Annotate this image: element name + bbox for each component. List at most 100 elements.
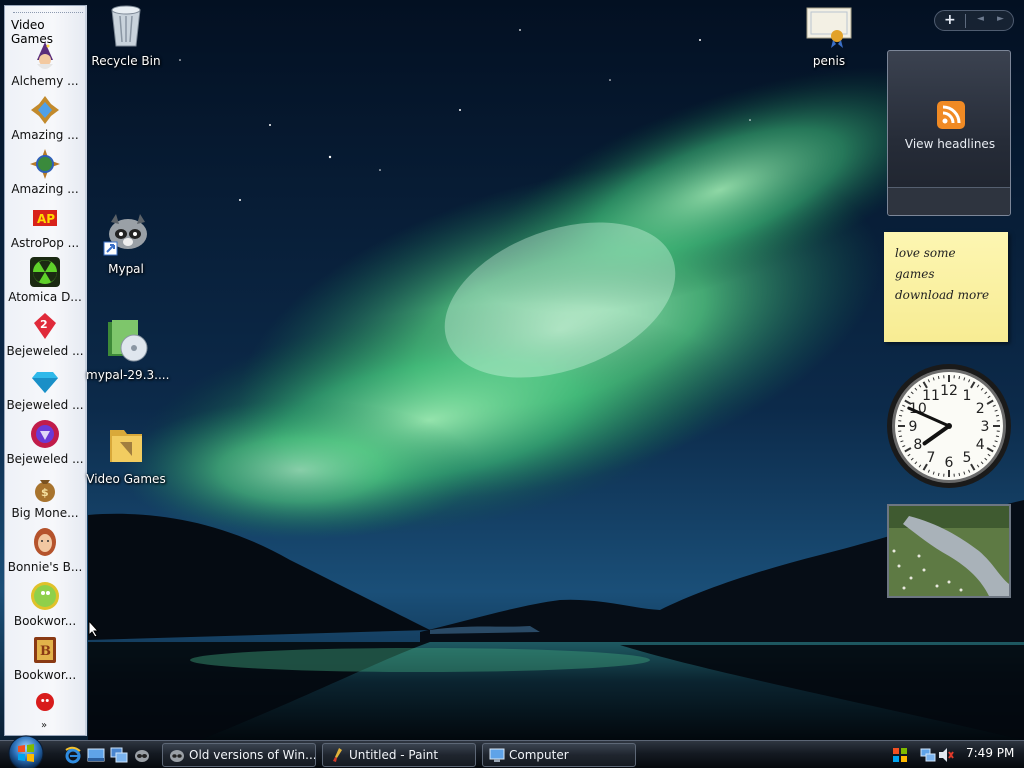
toolbar-item-amazing-2[interactable]: Amazing ... — [5, 148, 85, 196]
feed-gadget-footer — [888, 187, 1010, 215]
clock-tick — [995, 435, 999, 438]
toolbar-item-amazing-1[interactable]: Amazing ... — [5, 94, 85, 142]
windows-update-icon[interactable] — [892, 747, 908, 763]
bonnie-face-icon — [34, 528, 56, 556]
clock-gadget[interactable]: 12 1234567891011 — [885, 362, 1013, 490]
toolbar-item-bonnies[interactable]: Bonnie's B... — [5, 526, 85, 574]
computer-icon — [489, 748, 505, 762]
desktop-icon-label: mypal-29.3.... — [86, 368, 170, 382]
show-desktop-icon[interactable] — [87, 746, 105, 764]
desktop-icon-mypal-installer[interactable]: mypal-29.3.... — [86, 316, 170, 382]
sidebar-controls: + ◄ ► — [934, 10, 1014, 31]
feed-headlines-gadget[interactable]: View headlines — [887, 50, 1011, 216]
toolbar-item-bookworm-2[interactable]: B Bookwor... — [5, 634, 85, 682]
clock-tick — [995, 414, 999, 417]
switch-windows-icon[interactable] — [110, 746, 128, 764]
note-line: love some — [895, 246, 956, 260]
toolbar-item-alchemy[interactable]: Alchemy ... — [5, 40, 85, 88]
desktop-icon-recycle-bin[interactable]: Recycle Bin — [86, 2, 166, 68]
previous-page-button[interactable]: ◄ — [977, 14, 984, 24]
folder-icon — [110, 430, 142, 462]
mypal-quicklaunch-icon[interactable] — [133, 746, 151, 764]
taskbar-button-computer[interactable]: Computer — [482, 743, 636, 767]
toolbar-item-label: Bejeweled ... — [6, 398, 84, 412]
taskbar-button-label: Untitled - Paint — [349, 748, 439, 762]
gem-compass-icon — [31, 96, 59, 124]
toolbar-item-partial[interactable] — [5, 690, 85, 714]
taskbar-button-paint[interactable]: Untitled - Paint — [322, 743, 476, 767]
system-tray: 7:49 PM — [886, 743, 1024, 767]
network-icon[interactable] — [920, 747, 936, 763]
clock-numeral: 11 — [922, 388, 940, 404]
notes-gadget[interactable]: love some games download more — [884, 232, 1008, 342]
clock-tick — [899, 414, 903, 417]
taskbar-clock[interactable]: 7:49 PM — [966, 746, 1014, 760]
gem-icon: 2 — [34, 313, 56, 339]
twist-gem-icon — [31, 420, 59, 448]
desktop-icon-video-games[interactable]: Video Games — [86, 420, 166, 486]
toolbar-item-label: Bejeweled ... — [6, 344, 84, 358]
internet-explorer-icon[interactable] — [64, 746, 82, 764]
toolbar-item-label: AstroPop ... — [10, 236, 80, 250]
clock-numeral: 9 — [909, 419, 918, 435]
clock-numeral: 12 — [940, 383, 958, 399]
clock-tick — [899, 435, 903, 438]
toolbar-item-label: Amazing ... — [11, 128, 79, 142]
toolbar-item-astropop[interactable]: AP AstroPop ... — [5, 202, 85, 250]
toolbar-item-big-money[interactable]: $ Big Mone... — [5, 472, 85, 520]
money-bag-icon: $ — [35, 480, 55, 502]
radiation-icon — [30, 257, 60, 287]
note-line: games — [895, 267, 935, 281]
toolbar-item-bejeweled-3[interactable]: Bejeweled ... — [5, 418, 85, 466]
globe-compass-icon — [30, 149, 60, 179]
toolbar-more-chevron[interactable]: » — [41, 720, 47, 731]
toolbar-item-label: Alchemy ... — [11, 74, 79, 88]
clock-numeral: 2 — [976, 401, 985, 417]
desktop-icon-label: penis — [812, 54, 846, 68]
taskbar-button-label: Old versions of Win... — [189, 748, 316, 762]
desktop-icon-mypal[interactable]: Mypal — [86, 210, 166, 276]
toolbar-grip[interactable] — [13, 12, 83, 14]
installer-icon — [108, 320, 148, 362]
toolbar-item-label: Amazing ... — [11, 182, 79, 196]
toolbar-item-label: Bejeweled ... — [6, 452, 84, 466]
desktop-icon-label: Video Games — [86, 472, 166, 486]
clock-numeral: 3 — [981, 419, 990, 435]
add-gadget-button[interactable]: + — [944, 12, 956, 28]
desktop-icon-penis[interactable]: penis — [789, 2, 869, 68]
slideshow-gadget[interactable] — [887, 504, 1011, 598]
view-headlines-link[interactable]: View headlines — [888, 137, 1012, 151]
svg-text:2: 2 — [40, 318, 48, 331]
toolbar-item-atomica[interactable]: Atomica D... — [5, 256, 85, 304]
desktop-icon-label: Mypal — [108, 262, 144, 276]
clock-numeral: 7 — [927, 450, 936, 466]
certificate-icon — [806, 7, 852, 48]
raccoon-icon — [170, 750, 184, 762]
toolbar-item-label: Bookwor... — [13, 614, 77, 628]
clock-numeral: 4 — [976, 437, 985, 453]
taskbar-button-browser[interactable]: Old versions of Win... — [162, 743, 316, 767]
clock-numeral: 1 — [963, 388, 972, 404]
book-icon: B — [34, 637, 56, 663]
slideshow-photo — [889, 506, 1009, 596]
toolbar-item-bejeweled-2[interactable]: Bejeweled ... — [5, 364, 85, 412]
clock-numeral: 6 — [945, 455, 954, 471]
taskbar: Old versions of Win... Untitled - Paint … — [0, 735, 1024, 768]
next-page-button[interactable]: ► — [997, 14, 1004, 24]
toolbar-item-bookworm-1[interactable]: Bookwor... — [5, 580, 85, 628]
red-creature-icon — [36, 693, 54, 711]
svg-text:B: B — [40, 644, 51, 659]
clock-tick — [958, 376, 961, 380]
mouse-cursor — [88, 620, 100, 638]
start-button[interactable] — [4, 733, 48, 768]
toolbar-item-label: Big Mone... — [11, 506, 79, 520]
volume-muted-icon[interactable] — [938, 747, 954, 763]
astropop-icon: AP — [33, 210, 57, 226]
clock-tick — [958, 472, 961, 476]
rss-feed-icon — [937, 101, 965, 129]
note-line: download more — [895, 288, 990, 302]
svg-text:AP: AP — [37, 212, 55, 226]
raccoon-icon — [103, 214, 147, 256]
toolbar-item-bejeweled-1[interactable]: 2 Bejeweled ... — [5, 310, 85, 358]
clock-numeral: 5 — [963, 450, 972, 466]
